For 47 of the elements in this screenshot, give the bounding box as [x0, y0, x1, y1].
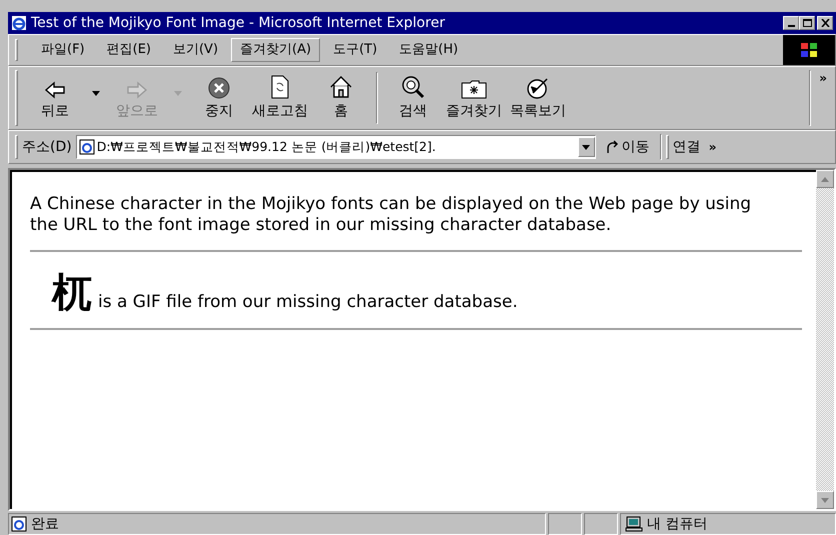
menu-item[interactable]: 도움말(H) [390, 38, 468, 62]
stop-icon [208, 77, 230, 99]
address-field[interactable]: D:₩프로젝트₩불교전적₩99.12 논문 (버클리)₩etest[2]. [76, 135, 596, 159]
zone-text: 내 컴퓨터 [647, 514, 708, 534]
menu-item[interactable]: 파일(F) [32, 38, 94, 62]
glyph-image: 杌 [52, 270, 92, 316]
caret-icon [582, 144, 590, 150]
window-title: Test of the Mojikyo Font Image - Microsoft Internet Explorer [31, 14, 446, 32]
close-icon [820, 19, 830, 27]
page-refresh-icon [271, 75, 289, 99]
computer-icon [625, 516, 643, 532]
toolbar-button[interactable]: 검색 [384, 70, 442, 126]
right-arrow-icon [126, 81, 148, 99]
minimize-button[interactable] [783, 16, 799, 30]
more-chevron[interactable]: » [811, 67, 835, 87]
links-label[interactable]: 연결 [672, 136, 701, 158]
toolbar-button[interactable]: 즐겨찾기 [442, 70, 506, 126]
caption: is a GIF file from our missing character database. [98, 291, 518, 314]
house-icon [329, 75, 353, 99]
dropdown-caret-icon[interactable] [92, 90, 100, 96]
toolbar-button[interactable]: 뒤로 [26, 70, 84, 126]
paragraph: A Chinese character in the Mojikyo fonts can be displayed on the Web page by using the URL to the font image stored in our missing character database. [30, 194, 752, 236]
curved-arrow-icon [606, 140, 620, 154]
toolbar-button[interactable]: 새로고침 [248, 70, 312, 126]
status-pane [548, 513, 582, 535]
folder-star-icon [461, 79, 487, 99]
toolbar-button[interactable]: 목록보기 [506, 70, 570, 126]
close-button[interactable] [817, 16, 833, 30]
page-icon [78, 139, 95, 155]
dropdown-button[interactable] [578, 137, 595, 157]
windows-logo [783, 35, 835, 65]
go-button[interactable]: 이동 [600, 134, 656, 160]
menu-item[interactable]: 보기(V) [164, 38, 228, 62]
left-arrow-icon [44, 81, 66, 99]
search-icon [400, 75, 426, 99]
toolbar-button[interactable]: 홈 [312, 70, 370, 126]
status-pane [584, 513, 618, 535]
more-chevron[interactable]: » [704, 138, 720, 156]
page-icon [11, 516, 27, 532]
browser-icon [11, 15, 27, 31]
address-label: 주소(D) [22, 138, 72, 156]
menu-item[interactable]: 즐겨찾기(A) [231, 38, 320, 62]
status-text: 완료 [31, 514, 59, 534]
toolbar-button[interactable]: 중지 [190, 70, 248, 126]
maximize-button[interactable] [799, 16, 815, 30]
menu-item[interactable]: 편집(E) [98, 38, 160, 62]
menu-item[interactable]: 도구(T) [324, 38, 386, 62]
